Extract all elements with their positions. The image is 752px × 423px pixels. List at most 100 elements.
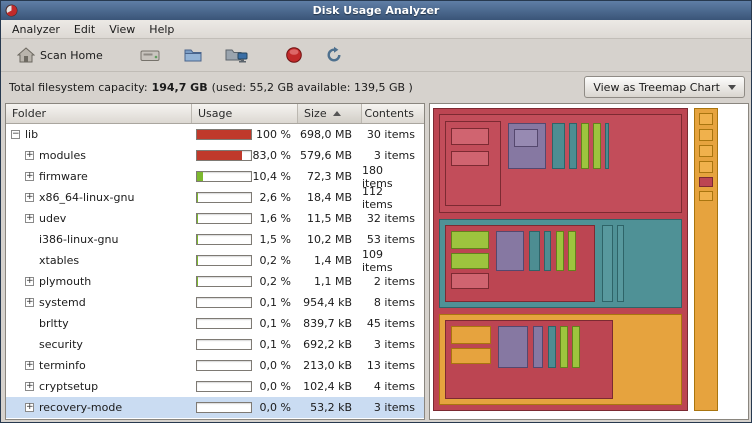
usage-bar: [196, 255, 252, 266]
contents-value: 4 items: [362, 376, 420, 397]
folder-name: brltty: [39, 317, 69, 330]
app-icon: [5, 4, 18, 17]
table-row[interactable]: +plymouth0,2 %1,1 MB2 items: [6, 271, 424, 292]
column-header-size[interactable]: Size: [298, 104, 362, 123]
treemap-rect[interactable]: [699, 177, 713, 187]
treemap-rect[interactable]: [572, 326, 580, 368]
column-header-usage[interactable]: Usage: [192, 104, 298, 123]
scan-remote-folder-button[interactable]: [217, 43, 257, 68]
usage-percent: 0,0 %: [252, 380, 298, 393]
menu-analyzer[interactable]: Analyzer: [5, 21, 67, 38]
expander-closed-icon[interactable]: +: [25, 277, 34, 286]
treemap-rect[interactable]: [560, 326, 568, 368]
expander-open-icon[interactable]: −: [11, 130, 20, 139]
treemap-rect[interactable]: [498, 326, 528, 368]
size-value: 10,2 MB: [298, 229, 362, 250]
treemap-rect[interactable]: [605, 123, 609, 169]
table-row[interactable]: −lib100 %698,0 MB30 items: [6, 124, 424, 145]
usage-percent: 83,0 %: [252, 149, 298, 162]
table-row[interactable]: +recovery-mode0,0 %53,2 kB3 items: [6, 397, 424, 418]
treemap-rect[interactable]: [617, 225, 624, 302]
view-as-select[interactable]: View as Treemap Chart: [584, 76, 745, 98]
treemap-rect[interactable]: [451, 231, 489, 249]
treemap-rect[interactable]: [593, 123, 601, 169]
treemap-rect[interactable]: [556, 231, 564, 271]
treemap-rect[interactable]: [529, 231, 540, 271]
expander-closed-icon[interactable]: +: [25, 214, 34, 223]
table-row[interactable]: security0,1 %692,2 kB3 items: [6, 334, 424, 355]
treemap-rect[interactable]: [552, 123, 565, 169]
toolbar: Scan Home: [1, 39, 751, 72]
folder-name: firmware: [39, 170, 88, 183]
treemap-panel[interactable]: [429, 103, 749, 420]
table-row[interactable]: brltty0,1 %839,7 kB45 items: [6, 313, 424, 334]
treemap-rect[interactable]: [699, 161, 713, 173]
view-as-select-value: View as Treemap Chart: [593, 81, 720, 94]
treemap-rect[interactable]: [699, 191, 713, 201]
usage-bar: [196, 171, 252, 182]
usage-bar: [196, 129, 252, 140]
treemap-rect[interactable]: [548, 326, 556, 368]
expander-closed-icon[interactable]: +: [25, 403, 34, 412]
scan-folder-button[interactable]: [175, 43, 211, 67]
treemap-rect[interactable]: [544, 231, 551, 271]
treemap-rect[interactable]: [533, 326, 543, 368]
titlebar[interactable]: Disk Usage Analyzer: [1, 1, 751, 20]
refresh-icon: [325, 46, 343, 64]
treemap-rect[interactable]: [451, 273, 489, 289]
usage-bar: [196, 339, 252, 350]
expander-closed-icon[interactable]: +: [25, 172, 34, 181]
table-row[interactable]: +udev1,6 %11,5 MB32 items: [6, 208, 424, 229]
folder-name: plymouth: [39, 275, 91, 288]
capacity-details: (used: 55,2 GB available: 139,5 GB ): [212, 81, 413, 94]
folder-name: lib: [25, 128, 38, 141]
column-header-folder[interactable]: Folder: [6, 104, 192, 123]
folder-name: i386-linux-gnu: [39, 233, 118, 246]
folder-name: xtables: [39, 254, 79, 267]
treemap-rect[interactable]: [699, 113, 713, 125]
table-header: Folder Usage Size Contents: [6, 104, 424, 124]
treemap-rect[interactable]: [496, 231, 524, 271]
treemap-rect[interactable]: [569, 123, 577, 169]
folder-tree-panel: Folder Usage Size Contents −lib100 %698,…: [5, 103, 425, 420]
treemap-rect[interactable]: [451, 326, 491, 344]
folder-name: systemd: [39, 296, 86, 309]
refresh-button[interactable]: [317, 42, 351, 68]
expander-closed-icon[interactable]: +: [25, 361, 34, 370]
column-header-contents[interactable]: Contents: [362, 104, 420, 123]
treemap-rect[interactable]: [451, 348, 491, 364]
table-row[interactable]: +terminfo0,0 %213,0 kB13 items: [6, 355, 424, 376]
contents-value: 13 items: [362, 355, 420, 376]
scan-home-button[interactable]: Scan Home: [9, 43, 111, 67]
size-value: 839,7 kB: [298, 313, 362, 334]
chevron-down-icon: [728, 85, 736, 90]
contents-value: 109 items: [362, 250, 420, 271]
treemap-rect[interactable]: [602, 225, 613, 302]
treemap-rect[interactable]: [568, 231, 576, 271]
table-row[interactable]: +systemd0,1 %954,4 kB8 items: [6, 292, 424, 313]
window-title: Disk Usage Analyzer: [313, 4, 440, 17]
expander-closed-icon[interactable]: +: [25, 193, 34, 202]
treemap-rect[interactable]: [581, 123, 589, 169]
menu-view[interactable]: View: [102, 21, 142, 38]
usage-bar: [196, 360, 252, 371]
treemap-rect[interactable]: [451, 151, 489, 166]
treemap-rect[interactable]: [699, 129, 713, 141]
stop-button[interactable]: [277, 42, 311, 68]
scan-filesystem-button[interactable]: [131, 43, 169, 68]
usage-percent: 10,4 %: [252, 170, 298, 183]
size-value: 102,4 kB: [298, 376, 362, 397]
menu-edit[interactable]: Edit: [67, 21, 102, 38]
treemap-rect[interactable]: [514, 129, 538, 147]
table-row[interactable]: +x86_64-linux-gnu2,6 %18,4 MB112 items: [6, 187, 424, 208]
treemap-rect[interactable]: [699, 145, 713, 157]
table-row[interactable]: xtables0,2 %1,4 MB109 items: [6, 250, 424, 271]
expander-closed-icon[interactable]: +: [25, 151, 34, 160]
table-row[interactable]: +cryptsetup0,0 %102,4 kB4 items: [6, 376, 424, 397]
expander-closed-icon[interactable]: +: [25, 382, 34, 391]
menu-help[interactable]: Help: [142, 21, 181, 38]
usage-bar: [196, 276, 252, 287]
treemap-rect[interactable]: [451, 253, 489, 269]
treemap-rect[interactable]: [451, 128, 489, 145]
expander-closed-icon[interactable]: +: [25, 298, 34, 307]
